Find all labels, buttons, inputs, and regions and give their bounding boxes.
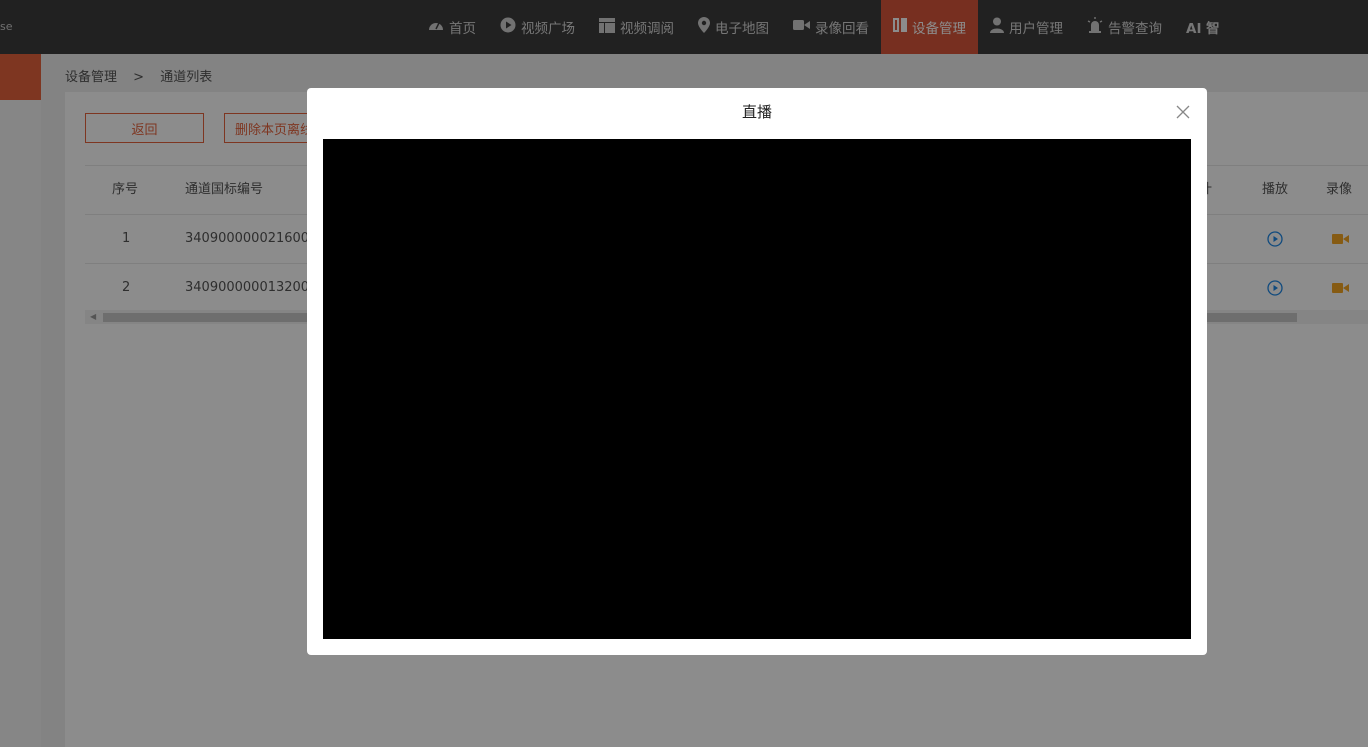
live-stream-dialog: 直播 (307, 88, 1207, 655)
dialog-title: 直播 (741, 103, 772, 121)
close-icon[interactable] (1176, 105, 1190, 119)
video-player[interactable] (323, 139, 1191, 639)
